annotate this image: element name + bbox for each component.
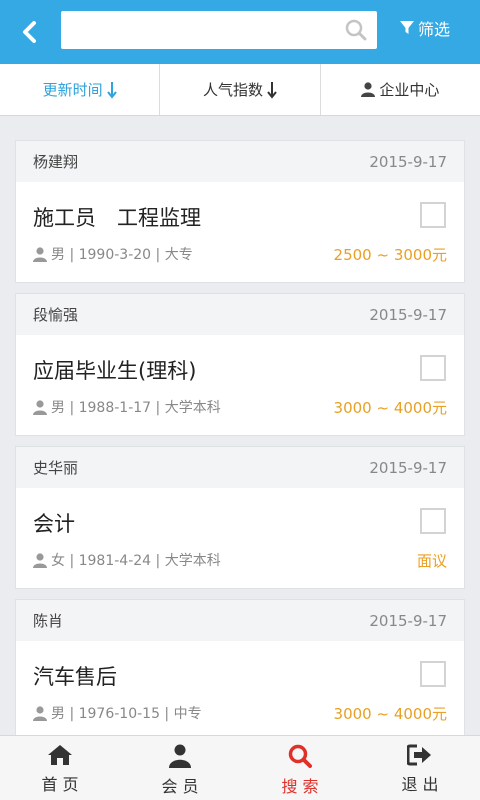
salary: 面议 [416, 552, 447, 570]
card-header: 史华丽 2015-9-17 [16, 447, 464, 488]
meta-text: 男 | 1990-3-20 | 大专 [51, 247, 193, 263]
candidate-meta: 女 | 1981-4-24 | 大学本科 [33, 550, 221, 570]
nav-home[interactable]: 首页 [0, 736, 120, 800]
resume-list: 杨建翔 2015-9-17 施工员 工程监理 男 | 1990-3-20 | 大… [15, 140, 465, 752]
bottom-nav: 首页 会员 搜索 退出 [0, 735, 480, 800]
nav-search[interactable]: 搜索 [240, 736, 360, 800]
user-icon [33, 246, 47, 262]
list-item[interactable]: 杨建翔 2015-9-17 施工员 工程监理 男 | 1990-3-20 | 大… [15, 140, 465, 283]
salary: 2500 ~ 3000元 [333, 246, 447, 264]
nav-label: 首页 [41, 775, 84, 794]
sort-bar: 更新时间 人气指数 企业中心 [0, 64, 480, 116]
list-item[interactable]: 陈肖 2015-9-17 汽车售后 男 | 1976-10-15 | 中专 30… [15, 599, 465, 742]
search-box [61, 11, 377, 49]
user-icon [33, 552, 47, 568]
list-item[interactable]: 段愉强 2015-9-17 应届毕业生(理科) 男 | 1988-1-17 | … [15, 293, 465, 436]
update-date: 2015-9-17 [369, 305, 447, 324]
salary: 3000 ~ 4000元 [333, 399, 447, 417]
arrow-down-icon [106, 81, 117, 99]
update-date: 2015-9-17 [369, 611, 447, 630]
select-checkbox[interactable] [420, 508, 446, 534]
user-icon [361, 82, 376, 97]
search-icon [288, 744, 312, 768]
list-item[interactable]: 史华丽 2015-9-17 会计 女 | 1981-4-24 | 大学本科 面议 [15, 446, 465, 589]
logout-icon [407, 744, 431, 766]
card-header: 段愉强 2015-9-17 [16, 294, 464, 335]
arrow-down-icon [267, 81, 277, 99]
nav-label: 搜索 [281, 777, 324, 796]
candidate-meta: 男 | 1988-1-17 | 大学本科 [33, 397, 221, 417]
sort-label: 更新时间 [42, 81, 103, 99]
meta-text: 男 | 1988-1-17 | 大学本科 [51, 400, 221, 416]
home-icon [48, 745, 72, 765]
candidate-meta: 男 | 1976-10-15 | 中专 [33, 703, 202, 723]
meta-text: 女 | 1981-4-24 | 大学本科 [51, 553, 221, 569]
job-title: 汽车售后 [33, 665, 117, 689]
back-button[interactable] [14, 16, 46, 48]
select-checkbox[interactable] [420, 355, 446, 381]
job-title: 施工员 工程监理 [33, 206, 201, 230]
candidate-meta: 男 | 1990-3-20 | 大专 [33, 244, 193, 264]
sort-label: 人气指数 [202, 81, 263, 99]
filter-button[interactable]: 筛选 [400, 17, 450, 39]
filter-label: 筛选 [418, 20, 451, 39]
update-date: 2015-9-17 [369, 152, 447, 171]
funnel-icon [400, 21, 414, 34]
nav-label: 会员 [161, 777, 204, 796]
sort-popularity[interactable]: 人气指数 [160, 64, 321, 115]
select-checkbox[interactable] [420, 661, 446, 687]
search-input[interactable] [61, 11, 331, 49]
top-bar: 筛选 [0, 0, 480, 64]
user-icon [33, 705, 47, 721]
card-body: 施工员 工程监理 男 | 1990-3-20 | 大专 2500 ~ 3000元 [16, 182, 464, 282]
search-icon[interactable] [345, 19, 367, 41]
user-icon [169, 744, 191, 768]
candidate-name: 陈肖 [33, 612, 64, 630]
card-header: 陈肖 2015-9-17 [16, 600, 464, 641]
chevron-left-icon [23, 21, 36, 43]
meta-text: 男 | 1976-10-15 | 中专 [51, 706, 202, 722]
select-checkbox[interactable] [420, 202, 446, 228]
card-body: 会计 女 | 1981-4-24 | 大学本科 面议 [16, 488, 464, 588]
sort-enterprise-center[interactable]: 企业中心 [321, 64, 480, 115]
user-icon [33, 399, 47, 415]
candidate-name: 史华丽 [33, 459, 79, 477]
candidate-name: 杨建翔 [33, 153, 79, 171]
job-title: 会计 [33, 512, 75, 536]
sort-update-time[interactable]: 更新时间 [0, 64, 161, 115]
sort-label: 企业中心 [379, 81, 440, 99]
update-date: 2015-9-17 [369, 458, 447, 477]
salary: 3000 ~ 4000元 [333, 705, 447, 723]
candidate-name: 段愉强 [33, 306, 79, 324]
card-body: 应届毕业生(理科) 男 | 1988-1-17 | 大学本科 3000 ~ 40… [16, 335, 464, 435]
nav-member[interactable]: 会员 [120, 736, 240, 800]
card-body: 汽车售后 男 | 1976-10-15 | 中专 3000 ~ 4000元 [16, 641, 464, 741]
nav-logout[interactable]: 退出 [360, 736, 480, 800]
card-header: 杨建翔 2015-9-17 [16, 141, 464, 182]
nav-label: 退出 [401, 775, 444, 794]
job-title: 应届毕业生(理科) [33, 359, 197, 383]
